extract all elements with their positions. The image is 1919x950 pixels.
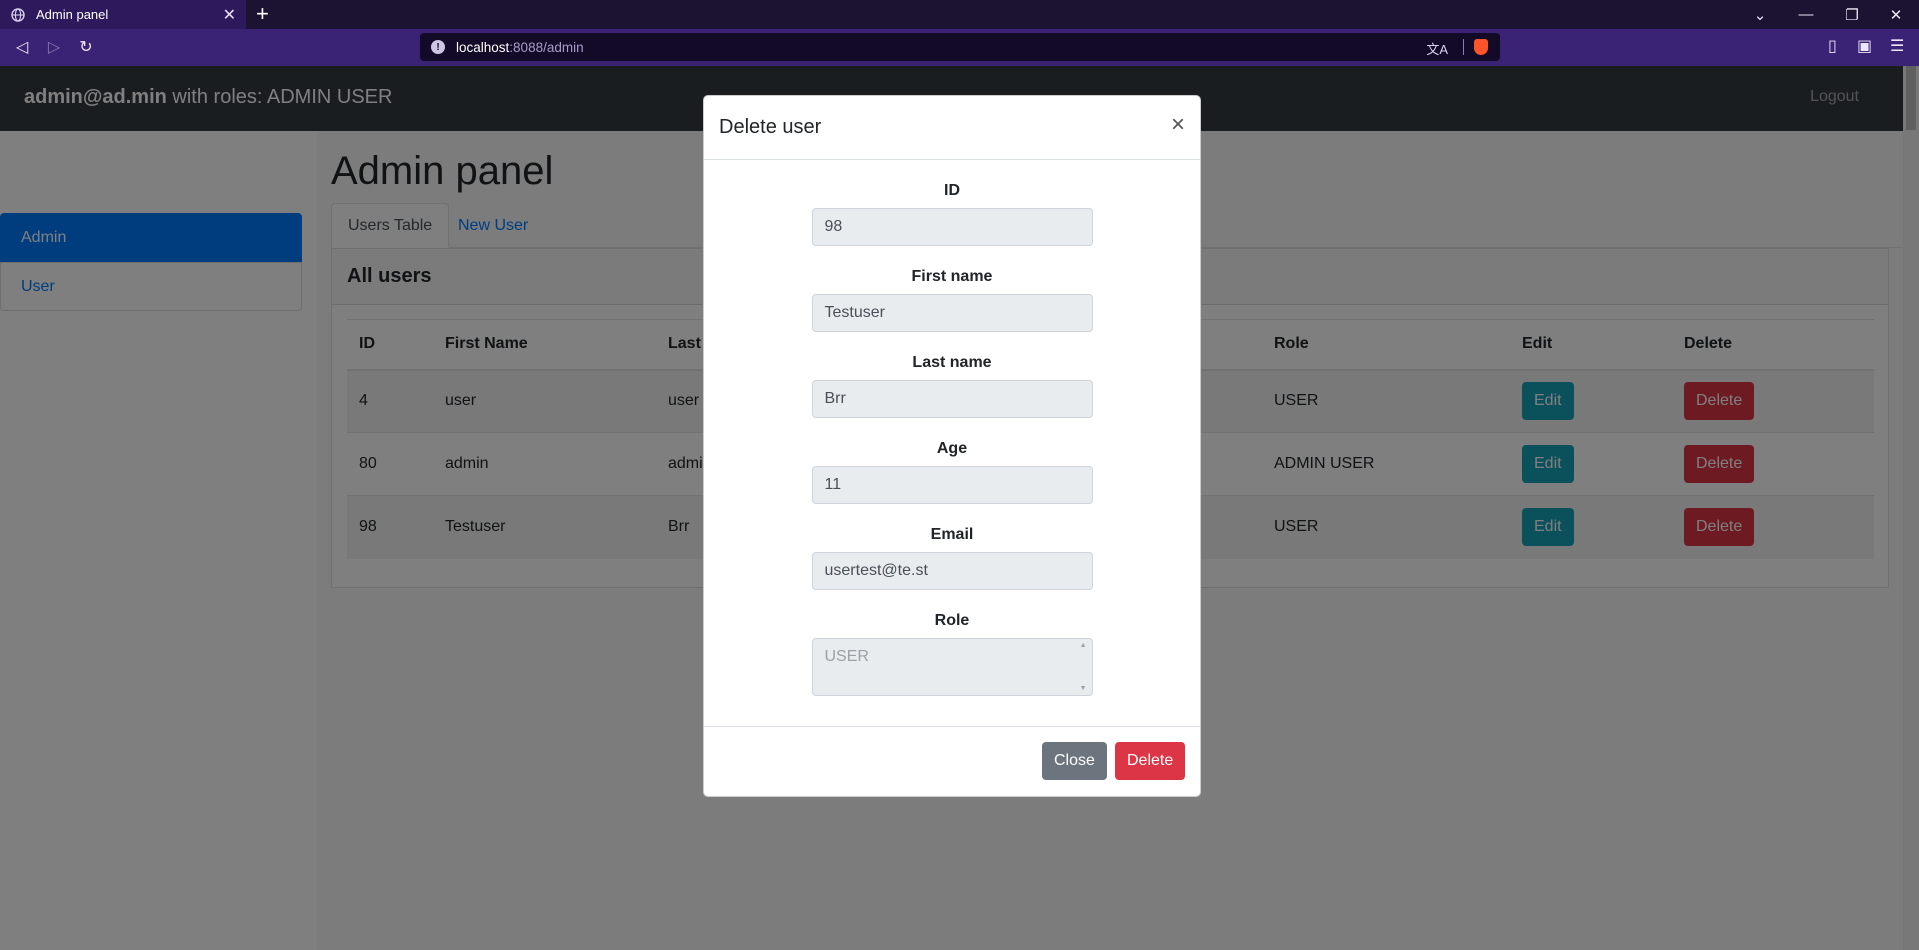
scroll-down-icon[interactable]: ▼	[1080, 685, 1087, 692]
field-label-email: Email	[930, 526, 974, 543]
age-field[interactable]: 11	[811, 466, 1093, 504]
field-group-first-name: First name Testuser	[704, 268, 1200, 332]
field-group-id: ID 98	[704, 182, 1200, 246]
sidebar-toggle-icon[interactable]: ▯	[1828, 36, 1837, 56]
close-window-icon[interactable]: ✕	[1873, 0, 1919, 29]
new-tab-button[interactable]: +	[256, 2, 269, 26]
site-info-icon[interactable]: !	[431, 40, 445, 54]
last-name-field[interactable]: Brr	[811, 380, 1093, 418]
field-group-age: Age 11	[704, 440, 1200, 504]
id-field[interactable]: 98	[811, 208, 1093, 246]
url-field[interactable]: ! localhost:8088/admin 文A	[420, 33, 1500, 61]
email-field[interactable]: usertest@te.st	[811, 552, 1093, 590]
wallet-icon[interactable]: ▣	[1857, 36, 1872, 56]
web-page: admin@ad.min with roles: ADMIN USER Logo…	[0, 66, 1919, 950]
minimize-icon[interactable]: —	[1783, 0, 1829, 29]
modal-footer: Close Delete	[704, 726, 1200, 796]
delete-user-modal: Delete user × ID 98 First name Testuser …	[703, 95, 1201, 797]
browser-tab[interactable]: Admin panel ✕	[0, 0, 246, 29]
confirm-delete-button[interactable]: Delete	[1115, 742, 1186, 780]
field-label-id: ID	[944, 182, 960, 199]
translate-icon[interactable]: 文A	[1426, 39, 1448, 58]
globe-icon	[11, 7, 25, 22]
restore-icon[interactable]: ❐	[1829, 0, 1875, 29]
reload-icon[interactable]: ↻	[75, 36, 97, 58]
menu-icon[interactable]: ☰	[1890, 36, 1904, 56]
field-label-first-name: First name	[911, 268, 993, 285]
role-select[interactable]: USER ▲ ▼	[811, 638, 1093, 696]
url-host: localhost	[456, 39, 510, 55]
modal-title: Delete user	[719, 116, 822, 138]
scroll-up-icon[interactable]: ▲	[1080, 642, 1087, 649]
field-label-last-name: Last name	[912, 354, 992, 371]
field-group-role: Role USER ▲ ▼	[704, 612, 1200, 696]
url-path: :8088/admin	[509, 39, 584, 55]
role-option[interactable]: USER	[825, 648, 869, 665]
omnibox-divider	[1463, 39, 1464, 55]
close-button[interactable]: Close	[1042, 742, 1107, 780]
field-label-role: Role	[934, 612, 970, 629]
brave-shield-icon[interactable]	[1474, 39, 1488, 55]
browser-tab-strip: Admin panel ✕ + ⌄ — ❐ ✕	[0, 0, 1919, 29]
forward-icon[interactable]: ▷	[43, 36, 65, 58]
field-group-email: Email usertest@te.st	[704, 526, 1200, 590]
browser-tab-title: Admin panel	[36, 7, 109, 22]
chevron-down-icon[interactable]: ⌄	[1737, 0, 1783, 29]
modal-header: Delete user ×	[704, 96, 1200, 160]
close-tab-icon[interactable]: ✕	[223, 5, 236, 25]
modal-body: ID 98 First name Testuser Last name Brr …	[704, 160, 1200, 726]
field-group-last-name: Last name Brr	[704, 354, 1200, 418]
address-bar: ◁ ▷ ↻ ! localhost:8088/admin 文A ▯ ▣ ☰	[0, 29, 1919, 66]
first-name-field[interactable]: Testuser	[811, 294, 1093, 332]
field-label-age: Age	[936, 440, 968, 457]
back-icon[interactable]: ◁	[11, 36, 33, 58]
close-icon[interactable]: ×	[1171, 113, 1185, 137]
